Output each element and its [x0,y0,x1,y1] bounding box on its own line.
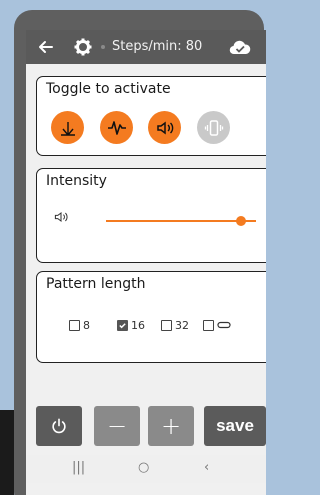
speaker-icon [54,211,68,223]
toggle-card-title: Toggle to activate [46,81,171,97]
intensity-card: Intensity [36,168,266,263]
pattern-card: Pattern length 8 16 32 [36,271,266,363]
checkbox[interactable] [203,319,214,331]
separator-dot [101,45,105,49]
intensity-slider-thumb[interactable] [236,216,246,226]
app-bar: Steps/min: 80 [26,30,266,64]
save-label: save [216,416,254,435]
toggle-card: Toggle to activate [36,76,266,156]
speaker-icon [156,121,173,134]
intensity-slider-track[interactable] [106,220,256,222]
power-icon [52,418,66,434]
pattern-option-loop[interactable] [203,318,231,332]
option-label: 32 [175,318,189,332]
waveform-icon [107,120,126,135]
option-label: 16 [131,318,145,332]
app-screen: Steps/min: 80 Toggle to activate Intensi… [26,30,266,495]
background-edge [0,410,14,495]
vibrate-toggle[interactable] [197,111,230,144]
gear-icon[interactable] [73,37,93,57]
checkbox[interactable] [69,319,80,331]
metronome-icon [60,121,75,136]
checkbox[interactable] [161,319,172,331]
system-nav-bar: ||| ○ ‹ [26,455,266,483]
check-icon [119,322,126,328]
home-button[interactable]: ○ [138,460,149,475]
pattern-option-32[interactable]: 32 [161,318,189,332]
pulse-toggle[interactable] [100,111,133,144]
intensity-title: Intensity [46,173,107,189]
checkbox-checked[interactable] [117,319,128,331]
sound-toggle[interactable] [148,111,181,144]
metronome-toggle[interactable] [51,111,84,144]
arrow-left-icon[interactable] [36,37,56,57]
pattern-option-16[interactable]: 16 [117,318,145,332]
minus-label: − [106,412,128,440]
recent-apps-button[interactable]: ||| [72,460,85,475]
nav-back-button[interactable]: ‹ [204,460,209,475]
save-button[interactable]: save [204,406,266,446]
cloud-check-icon[interactable] [229,39,251,55]
pattern-option-8[interactable]: 8 [69,318,90,332]
decrease-button[interactable]: − [94,406,140,446]
power-button[interactable] [36,406,82,446]
option-label: 8 [83,318,90,332]
pattern-title: Pattern length [46,276,146,292]
steps-per-minute: Steps/min: 80 [112,39,203,54]
increase-button[interactable]: + [148,406,194,446]
plus-label: + [160,412,182,440]
loop-icon [217,321,231,329]
vibrate-icon [204,119,223,136]
